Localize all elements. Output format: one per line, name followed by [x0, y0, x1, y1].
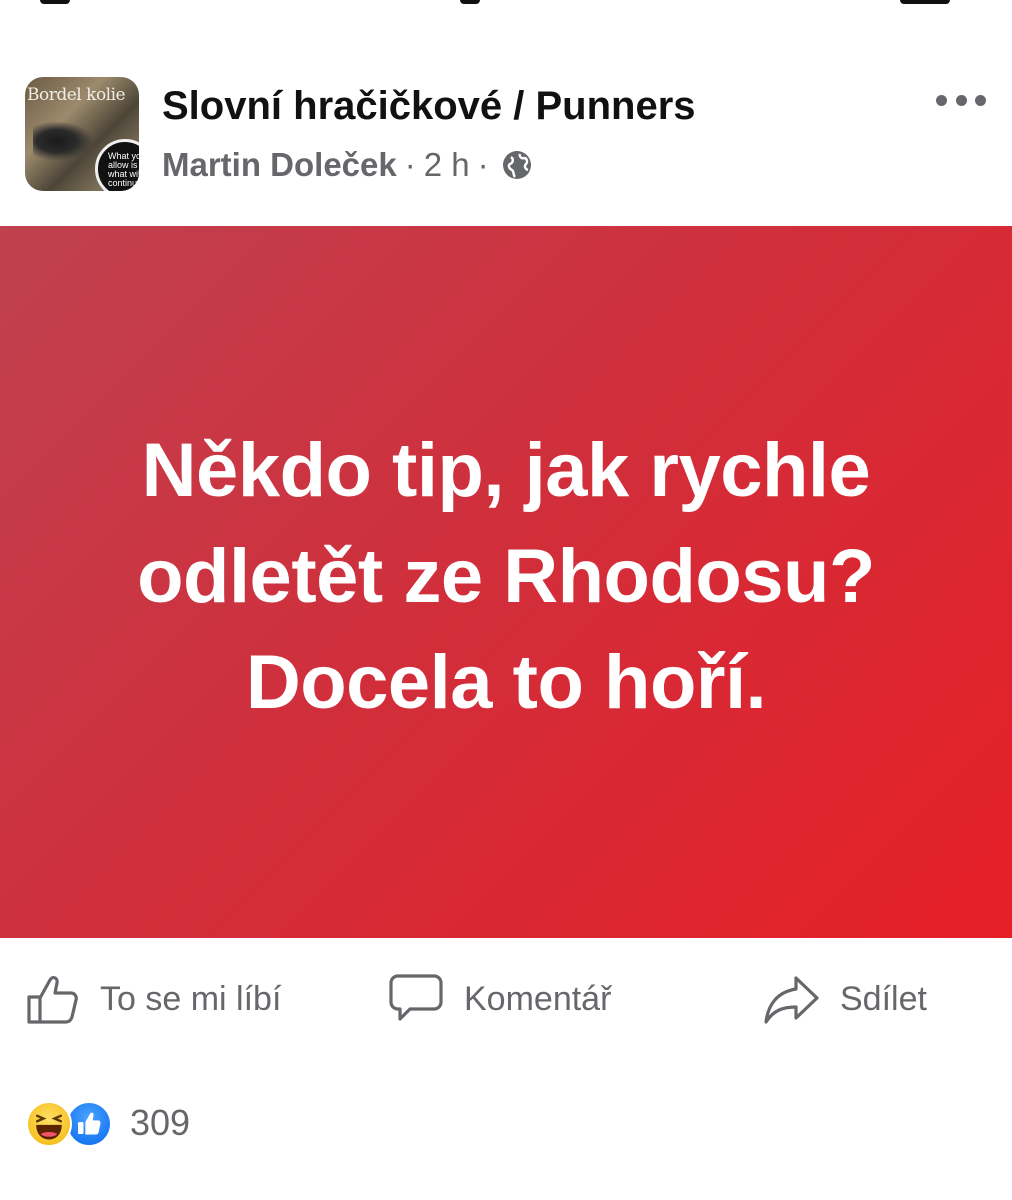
more-options-icon[interactable]	[936, 88, 986, 112]
reaction-count: 309	[130, 1102, 191, 1143]
globe-icon[interactable]	[501, 149, 533, 181]
reaction-icons	[26, 1099, 118, 1147]
share-label: Sdílet	[840, 979, 927, 1018]
post-header: Bordel kolie What you allow is what will…	[0, 60, 1012, 210]
author-name-link[interactable]: Martin Doleček	[162, 146, 397, 184]
group-avatar[interactable]: Bordel kolie What you allow is what will…	[25, 77, 139, 191]
group-name-link[interactable]: Slovní hračičkové / Punners	[162, 84, 696, 129]
meta-separator: ·	[404, 146, 416, 183]
post-timestamp[interactable]: 2 h	[424, 146, 470, 184]
post-line: odletět ze Rhodosu?	[137, 534, 875, 619]
meta-separator: ·	[477, 146, 489, 183]
post-line: Někdo tip, jak rychle	[141, 428, 871, 513]
post-body-text: Někdo tip, jak rychle odletět ze Rhodosu…	[56, 418, 956, 736]
comment-label: Komentář	[464, 979, 612, 1018]
post-meta: Martin Doleček · 2 h ·	[162, 146, 533, 184]
share-button[interactable]: Sdílet	[762, 972, 927, 1026]
comment-bubble-icon	[389, 974, 443, 1021]
status-bar-remnant	[0, 0, 1012, 10]
share-arrow-icon	[764, 976, 819, 1024]
post-text-card[interactable]: Někdo tip, jak rychle odletět ze Rhodosu…	[0, 226, 1012, 938]
post-actions-bar: To se mi líbí Komentář Sdílet	[0, 960, 1012, 1050]
avatar-badge-text: What you allow is what will continue	[95, 139, 139, 191]
post-line: Docela to hoří.	[245, 640, 767, 725]
like-label: To se mi líbí	[100, 979, 282, 1018]
like-icon	[66, 1101, 112, 1147]
avatar-bird-image	[33, 121, 93, 161]
haha-icon	[26, 1101, 72, 1147]
thumbs-up-icon	[27, 976, 78, 1024]
like-button[interactable]: To se mi líbí	[26, 972, 281, 1026]
avatar-title-text: Bordel kolie	[27, 85, 126, 105]
reactions-summary[interactable]: 309	[26, 1098, 190, 1148]
comment-button[interactable]: Komentář	[388, 972, 611, 1026]
